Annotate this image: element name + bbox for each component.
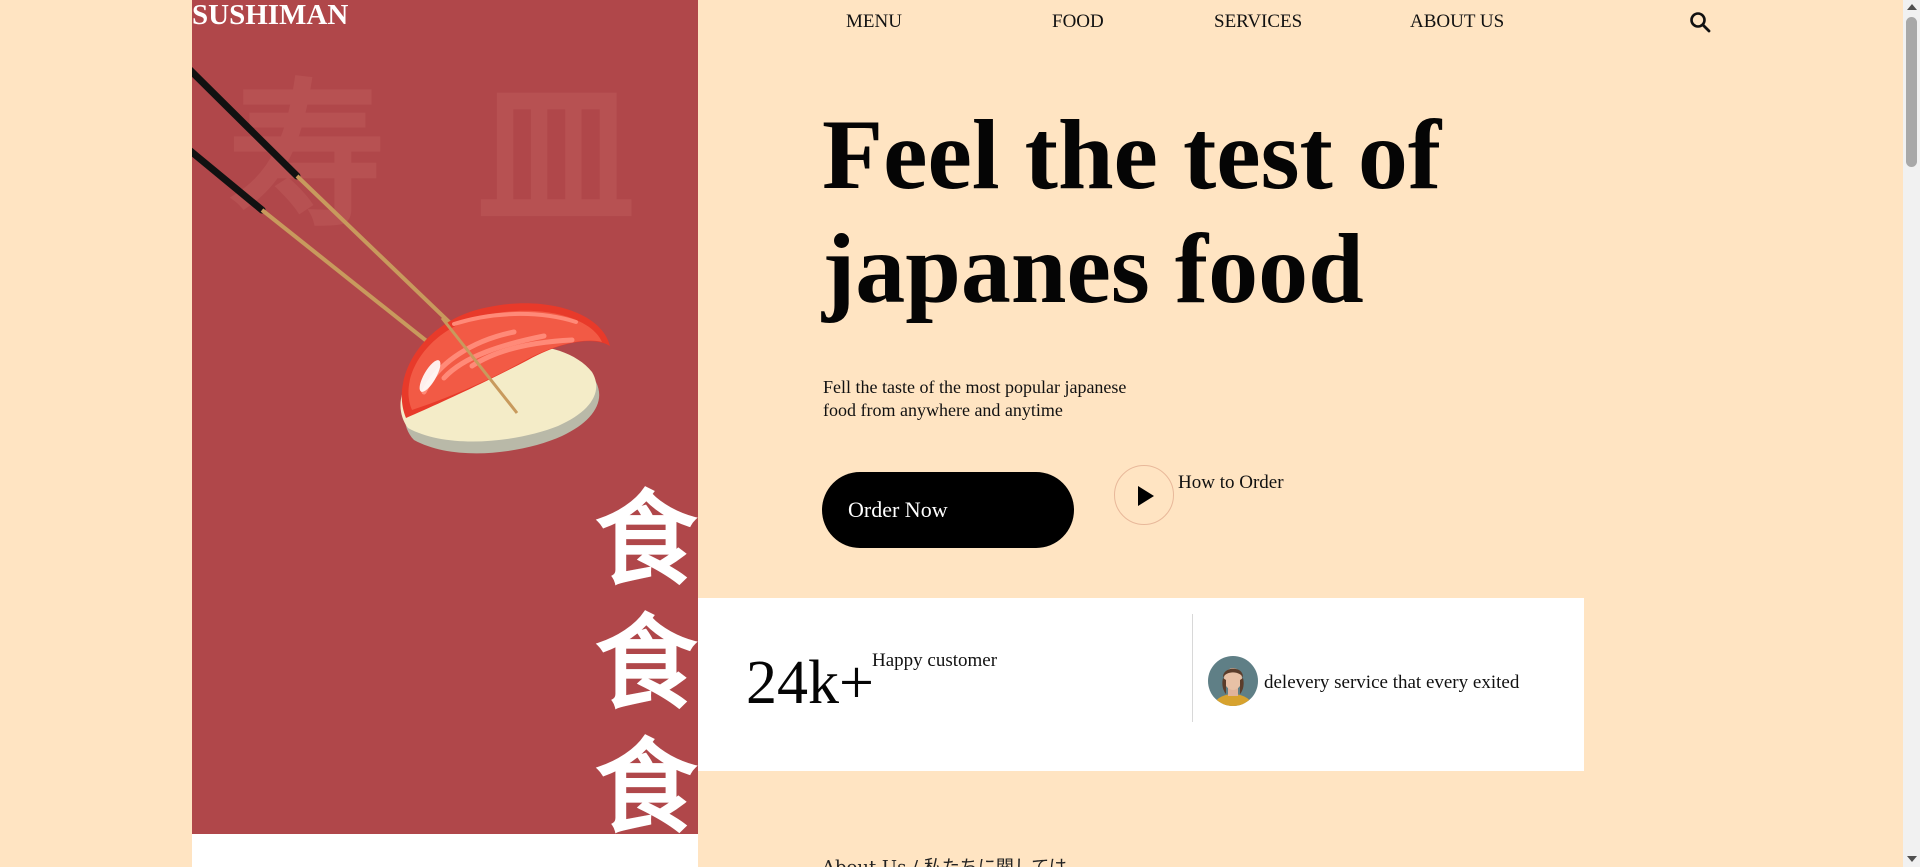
scrollbar-thumb[interactable] [1906,17,1917,167]
hero-subtitle-line: Fell the taste of the most popular japan… [823,377,1127,397]
stats-card: 24k+ Happy customer delevery service tha… [698,598,1584,771]
search-icon[interactable] [1688,10,1712,34]
stats-divider [1192,614,1193,722]
play-icon [1138,486,1154,506]
nav-about-us[interactable]: ABOUT US [1410,11,1504,33]
hero-subtitle-line: food from anywhere and anytime [823,400,1063,420]
kanji-character: 食 [595,604,697,724]
kanji-character: 食 [595,728,697,834]
about-heading: About Us / 私たちに関しては [822,853,1067,867]
kanji-character: 食 [595,480,697,600]
vertical-kanji: 食 食 食 [594,478,698,834]
lower-section-panel [192,834,698,867]
customer-label: Happy customer [872,650,998,671]
play-button[interactable] [1114,465,1174,525]
hero-title-line: japanes food [822,213,1364,324]
landing-page: 寿 皿 食 食 食 SUSHIMAN MENU FOOD SERVICES AB… [0,0,1920,867]
how-to-order-link[interactable]: How to Order [1178,472,1284,494]
order-now-button[interactable]: Order Now [822,472,1074,548]
brand-logo[interactable]: SUSHIMAN [192,0,348,30]
hero-subtitle: Fell the taste of the most popular japan… [823,376,1183,422]
hero-image-panel: 寿 皿 食 食 食 [192,0,698,834]
nav-services[interactable]: SERVICES [1214,11,1302,33]
delivery-text: delevery service that every exited [1264,672,1520,693]
vertical-scrollbar[interactable] [1903,0,1920,867]
scroll-up-arrow-icon[interactable] [1907,4,1917,10]
nav-menu[interactable]: MENU [846,11,902,33]
scroll-down-arrow-icon[interactable] [1907,856,1917,862]
customer-count: 24k+ [746,649,874,717]
hero-title-line: Feel the test of [822,99,1442,210]
hero-title: Feel the test of japanes food [822,98,1522,326]
avatar [1208,656,1258,706]
sushi-illustration [192,66,610,454]
nav-food[interactable]: FOOD [1052,11,1104,33]
